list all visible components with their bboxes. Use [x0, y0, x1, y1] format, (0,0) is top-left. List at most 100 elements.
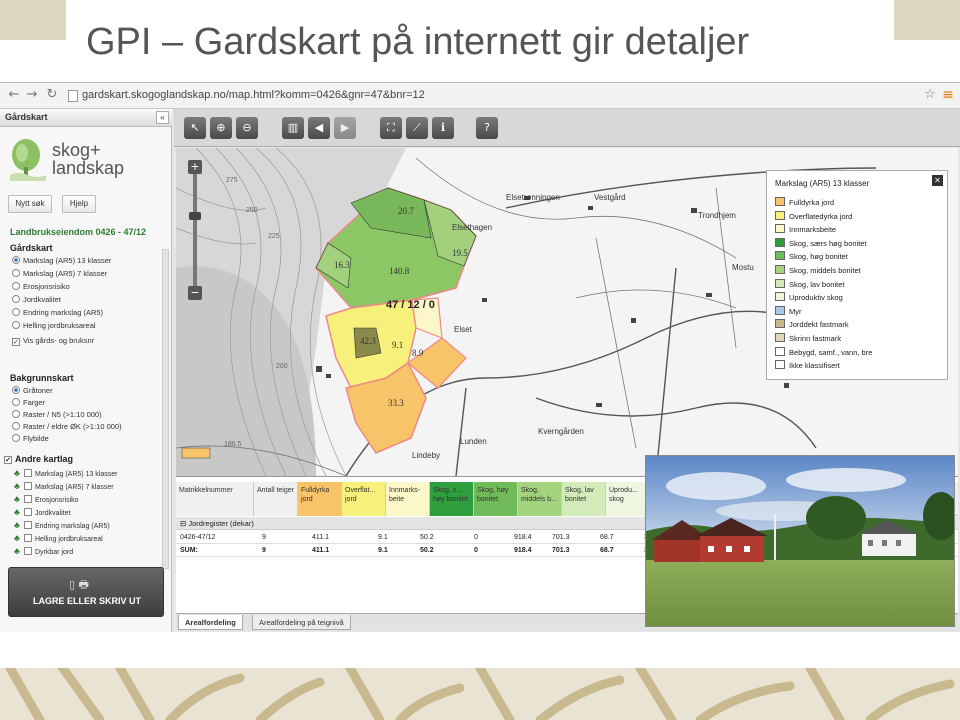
bakgrunn-option[interactable]: Farger: [12, 397, 45, 408]
zoom-control[interactable]: + −: [188, 160, 202, 300]
sidebar-scrollbar[interactable]: [162, 249, 169, 569]
contour-value: 225: [268, 233, 280, 240]
legend-label: Uproduktiv skog: [789, 293, 843, 303]
radio-icon[interactable]: [12, 308, 20, 316]
table-cell: 701.3: [552, 547, 570, 554]
map-zoom-out-button[interactable]: −: [188, 286, 202, 300]
gardskart-option[interactable]: Jordkvalitet: [12, 294, 61, 305]
tab-arealfordeling[interactable]: Arealfordeling: [178, 615, 243, 630]
layer-item[interactable]: ♣ Helling jordbruksareal: [14, 532, 103, 544]
column-header[interactable]: Antall teiger: [254, 482, 298, 516]
radio-icon[interactable]: [12, 321, 20, 329]
gardskart-option[interactable]: Endring markslag (AR5): [12, 307, 103, 318]
overview-map-icon[interactable]: ▥: [282, 117, 304, 139]
checkbox-icon[interactable]: ✓: [12, 338, 20, 346]
reload-icon[interactable]: ↻: [44, 87, 60, 103]
next-view-icon[interactable]: ▶: [334, 117, 356, 139]
legend-item: Skog, middels bonitet: [775, 265, 861, 277]
zoom-slider[interactable]: [193, 174, 197, 286]
bakgrunn-option[interactable]: Gråtoner: [12, 385, 53, 396]
checkbox-icon[interactable]: [24, 547, 32, 555]
tab-arealfordeling-teig[interactable]: Arealfordeling på teignivå: [252, 615, 351, 630]
legend-item: Myr: [775, 305, 802, 318]
legend-label: Fulldyrka jord: [789, 198, 835, 207]
column-header[interactable]: Skog, s... høy bonitet: [430, 482, 474, 516]
bakgrunn-option[interactable]: Raster / N5 (>1:10 000): [12, 409, 102, 420]
collapse-sidebar-button[interactable]: «: [156, 111, 169, 124]
table-cell: 0: [474, 534, 478, 541]
browser-toolbar: ← → ↻ gardskart.skogoglandskap.no/map.ht…: [0, 83, 960, 109]
checkbox-icon[interactable]: ✓: [4, 456, 12, 464]
radio-icon[interactable]: [12, 269, 20, 277]
forward-icon[interactable]: →: [24, 87, 40, 103]
checkbox-icon[interactable]: [24, 469, 32, 477]
save-print-button[interactable]: ▯ 🖶 LAGRE ELLER SKRIV UT: [8, 567, 164, 617]
measure-area-icon[interactable]: ⛶: [380, 117, 402, 139]
column-header[interactable]: Fulldyrka jord: [298, 482, 342, 516]
gardskart-option[interactable]: Helling jordbruksareal: [12, 320, 96, 331]
layer-item[interactable]: ♣ Markslag (AR5) 7 klasser: [14, 480, 114, 492]
show-numbers-checkbox[interactable]: ✓ Vis gårds- og bruksnr: [12, 335, 94, 346]
column-header[interactable]: Uprodu... skog: [606, 482, 646, 516]
column-header[interactable]: Skog, høy bonitet: [474, 482, 518, 516]
parcel-label: 42.3: [360, 336, 376, 346]
layer-item[interactable]: ♣ Dyrkbar jord: [14, 545, 73, 557]
legend-swatch: [775, 292, 785, 302]
help-icon[interactable]: ?: [476, 117, 498, 139]
back-icon[interactable]: ←: [6, 87, 22, 103]
legend-item: Fulldyrka jord: [775, 197, 834, 209]
layer-item[interactable]: ♣ Erosjonsrisiko: [14, 493, 79, 505]
radio-icon[interactable]: [12, 434, 20, 442]
radio-icon[interactable]: [12, 386, 20, 394]
radio-icon[interactable]: [12, 256, 20, 264]
measure-distance-icon[interactable]: ⟋: [406, 117, 428, 139]
farm-photo-image: [646, 456, 954, 626]
layer-item[interactable]: ♣ Jordkvalitet: [14, 506, 70, 518]
gardskart-option[interactable]: Markslag (AR5) 13 klasser: [12, 255, 111, 266]
address-bar[interactable]: gardskart.skogoglandskap.no/map.html?kom…: [82, 89, 425, 101]
column-header[interactable]: Overflat... jord: [342, 482, 386, 516]
bookmark-star-icon[interactable]: ☆: [922, 87, 938, 103]
help-button[interactable]: Hjelp: [62, 195, 96, 213]
legend-panel: Markslag (AR5) 13 klasser ✕ Fulldyrka jo…: [766, 170, 948, 380]
radio-icon[interactable]: [12, 398, 20, 406]
parcel-label: 19.5: [452, 248, 468, 258]
layer-item[interactable]: ♣ Markslag (AR5) 13 klasser: [14, 467, 117, 479]
layer-item[interactable]: ♣ Endring markslag (AR5): [14, 519, 110, 531]
pointer-tool-icon[interactable]: ↖: [184, 117, 206, 139]
bakgrunn-option[interactable]: Raster / eldre ØK (>1:10 000): [12, 421, 122, 432]
table-cell: 0: [474, 547, 478, 554]
checkbox-icon[interactable]: [24, 482, 32, 490]
checkbox-icon[interactable]: [24, 508, 32, 516]
checkbox-icon[interactable]: [24, 521, 32, 529]
info-pin-icon[interactable]: ℹ: [432, 117, 454, 139]
new-search-button[interactable]: Nytt søk: [8, 195, 52, 213]
bakgrunn-option[interactable]: Flybilde: [12, 433, 49, 444]
menu-icon[interactable]: ≡: [940, 87, 956, 103]
column-header[interactable]: Innmarks-beite: [386, 482, 430, 516]
zoom-slider-handle[interactable]: [189, 212, 201, 220]
gardskart-option[interactable]: Erosjonsrisiko: [12, 281, 70, 292]
table-cell: 411.1: [312, 547, 330, 554]
radio-icon[interactable]: [12, 282, 20, 290]
parcel-label: 140.8: [389, 266, 410, 276]
map-zoom-in-button[interactable]: +: [188, 160, 202, 174]
bakgrunn-heading: Bakgrunnskart: [10, 373, 74, 383]
column-header[interactable]: Skog, lav bonitet: [562, 482, 606, 516]
checkbox-icon[interactable]: [24, 534, 32, 542]
checkbox-icon[interactable]: [24, 495, 32, 503]
radio-icon[interactable]: [12, 422, 20, 430]
radio-icon[interactable]: [12, 295, 20, 303]
previous-view-icon[interactable]: ◀: [308, 117, 330, 139]
andre-kartlag-heading[interactable]: ✓ Andre kartlag: [4, 454, 73, 464]
place-name: Elsethagen: [452, 223, 492, 232]
radio-icon[interactable]: [12, 410, 20, 418]
column-header[interactable]: Skog, middels b...: [518, 482, 562, 516]
gardskart-option[interactable]: Markslag (AR5) 7 klasser: [12, 268, 107, 279]
map-view[interactable]: 20.7 16.3 140.8 19.5 42.3 9.1 8.9 33.3 4…: [176, 148, 958, 476]
map-toolbar: ↖ ⊕ ⊖ ▥ ◀ ▶ ⛶ ⟋ ℹ ?: [174, 109, 960, 147]
zoom-in-icon[interactable]: ⊕: [210, 117, 232, 139]
close-icon[interactable]: ✕: [932, 175, 943, 186]
column-header[interactable]: Matrikkelnummer: [176, 482, 254, 516]
zoom-out-icon[interactable]: ⊖: [236, 117, 258, 139]
